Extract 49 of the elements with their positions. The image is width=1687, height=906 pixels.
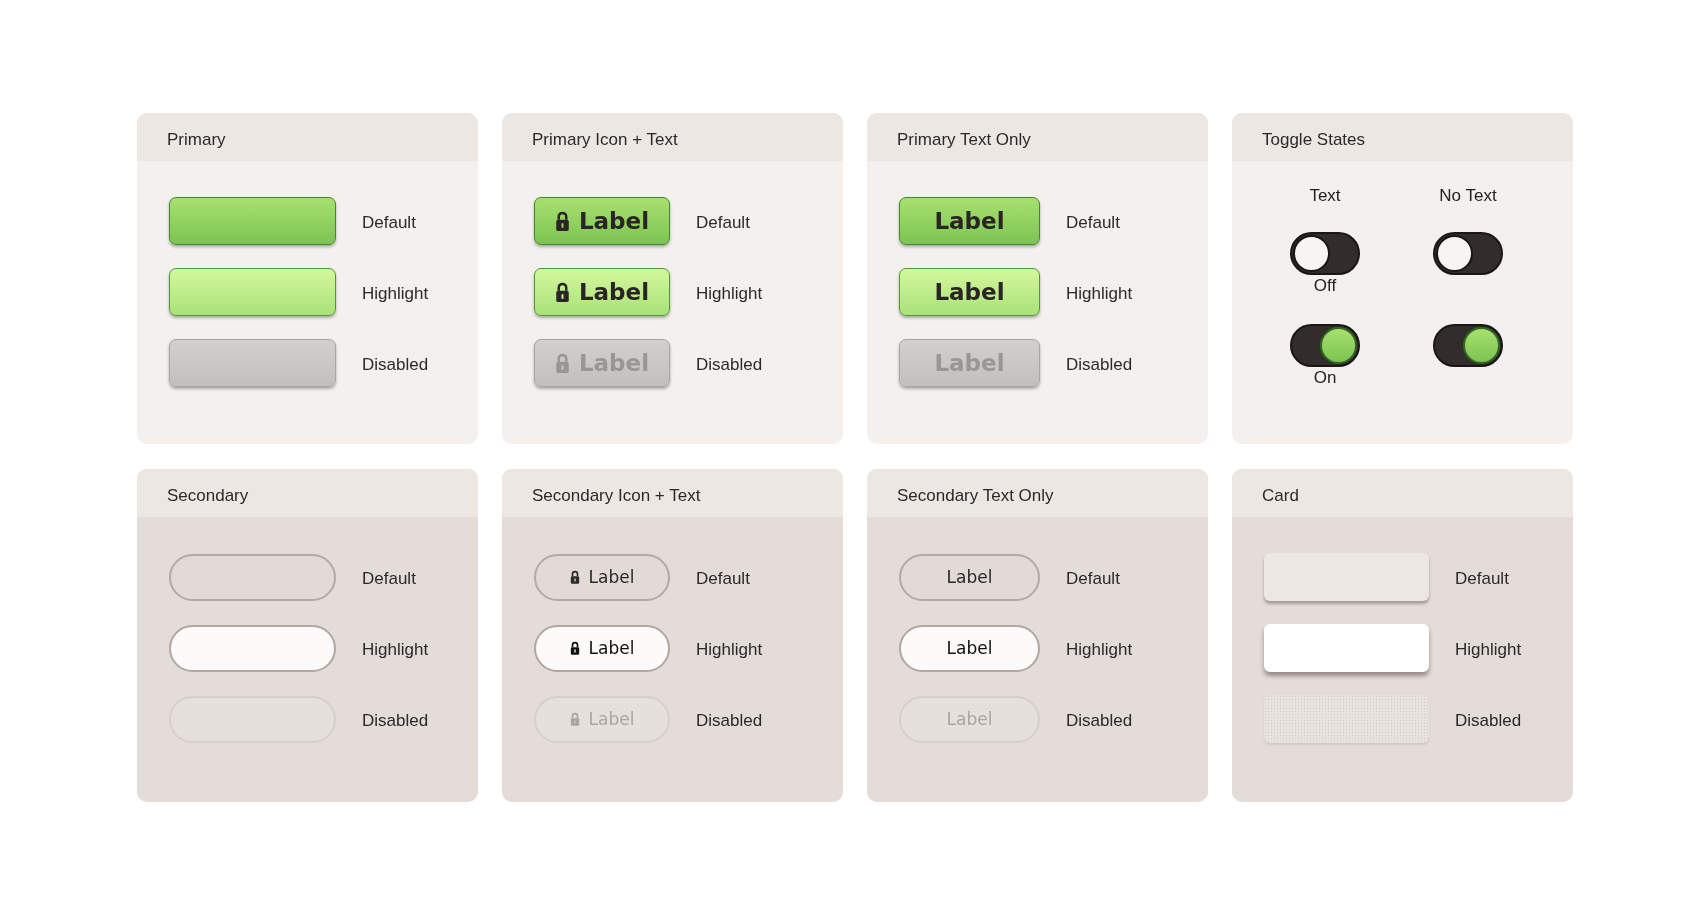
state-caption: Default (1066, 567, 1120, 589)
state-caption: Highlight (362, 638, 429, 660)
state-caption: Disabled (696, 353, 763, 375)
state-caption: Default (1066, 211, 1120, 233)
label-button[interactable]: Label (899, 268, 1040, 316)
label-button[interactable]: Label (534, 553, 670, 601)
panel-title: Secondary (167, 485, 249, 506)
label-button[interactable]: Label (899, 197, 1040, 245)
panel-title: Secondary Icon + Text (532, 485, 701, 506)
blank-button[interactable] (169, 624, 336, 672)
state-caption: Disabled (362, 353, 429, 375)
state-caption: Highlight (696, 282, 763, 304)
panel-title: Primary Icon + Text (532, 129, 678, 150)
toggle-caption: On (1313, 368, 1337, 388)
panel-title: Card (1262, 485, 1299, 506)
state-caption: Default (696, 567, 750, 589)
state-caption: Disabled (696, 709, 763, 731)
blank-button[interactable] (169, 553, 336, 601)
panel-title: Toggle States (1262, 129, 1365, 150)
state-caption: Disabled (1066, 709, 1133, 731)
blank-button[interactable] (169, 268, 336, 316)
panel-title: Primary (167, 129, 226, 150)
panel-title: Primary Text Only (897, 129, 1031, 150)
blank-button[interactable] (169, 197, 336, 245)
toggle-switch[interactable] (1290, 232, 1360, 275)
state-caption: Highlight (1066, 282, 1133, 304)
label-button[interactable]: Label (899, 624, 1040, 672)
toggle-switch[interactable] (1290, 324, 1360, 367)
state-caption: Default (362, 567, 416, 589)
state-caption: Disabled (1066, 353, 1133, 375)
label-button[interactable]: Label (534, 268, 670, 316)
column-heading: No Text (1439, 186, 1497, 206)
state-caption: Default (696, 211, 750, 233)
label-button[interactable]: Label (534, 624, 670, 672)
state-caption: Default (362, 211, 416, 233)
panel-title: Secondary Text Only (897, 485, 1054, 506)
toggle-switch[interactable] (1433, 232, 1503, 275)
toggle-switch[interactable] (1433, 324, 1503, 367)
state-caption: Highlight (1455, 638, 1522, 660)
state-caption: Disabled (1455, 709, 1522, 731)
toggle-caption: Off (1313, 276, 1337, 296)
column-heading: Text (1309, 186, 1341, 206)
state-caption: Disabled (362, 709, 429, 731)
state-caption: Highlight (696, 638, 763, 660)
state-caption: Default (1455, 567, 1509, 589)
label-button[interactable]: Label (534, 197, 670, 245)
state-caption: Highlight (362, 282, 429, 304)
label-button[interactable]: Label (899, 553, 1040, 601)
state-caption: Highlight (1066, 638, 1133, 660)
